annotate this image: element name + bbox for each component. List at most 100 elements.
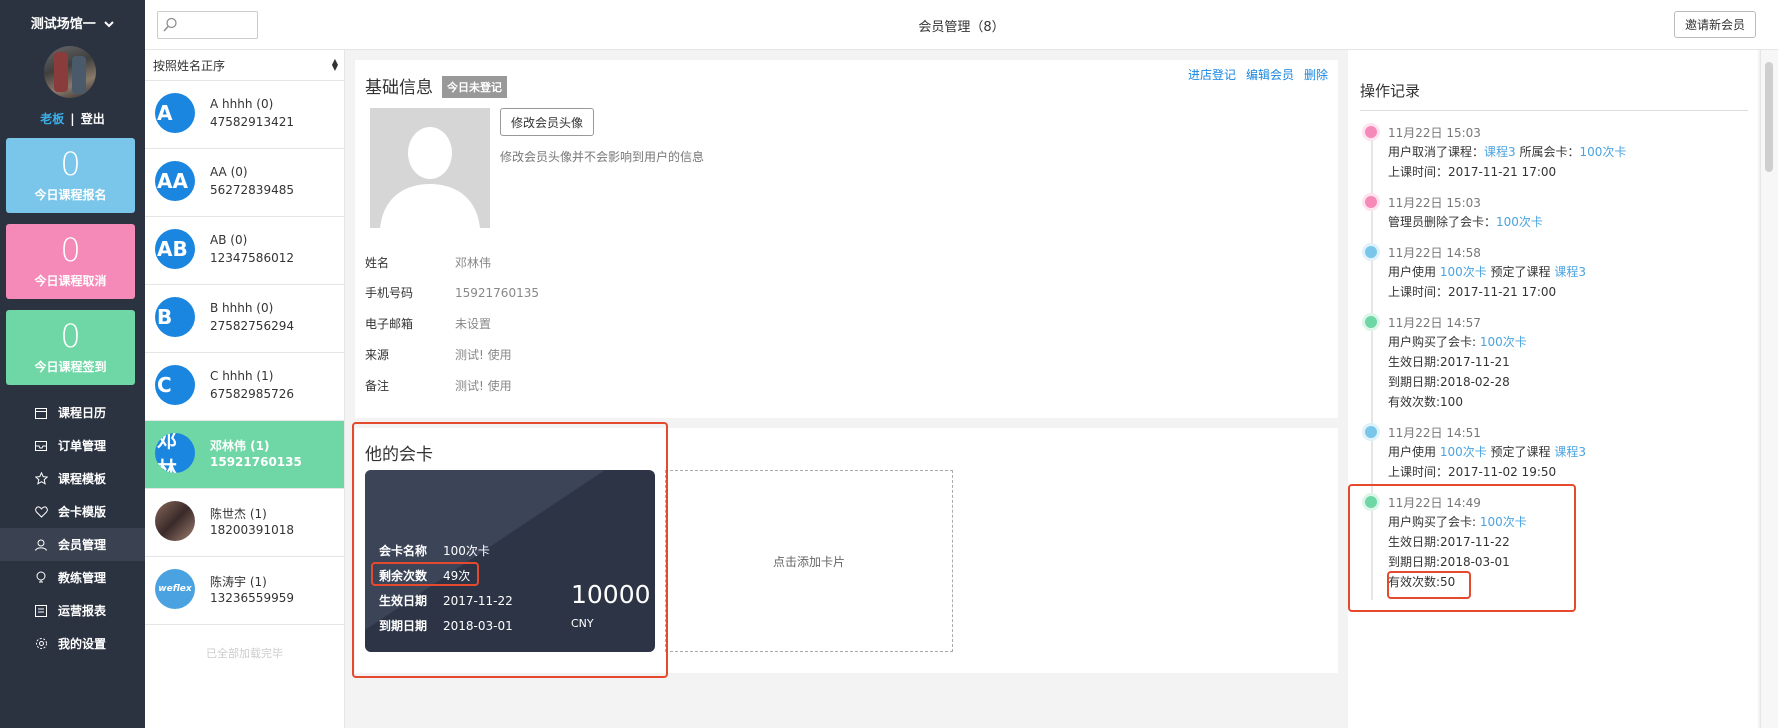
stat-today-cancel[interactable]: 0 今日课程取消 [6,224,135,299]
timeline-text: 管理员删除了会卡：100次卡 [1388,213,1543,230]
nav-card-template[interactable]: 会卡模版 [0,495,145,528]
nav-orders[interactable]: 订单管理 [0,429,145,462]
heart-icon [34,505,48,519]
list-item[interactable]: C C hhhh (1) 67582985726 [145,353,344,421]
timeline-dot [1365,316,1377,328]
field-note: 备注 测试! 使用 [365,377,512,394]
user-role[interactable]: 老板 [40,112,64,126]
user-icon [34,538,48,552]
timeline-dot [1365,246,1377,258]
sidebar: 测试场馆一 老板 | 登出 0 今日课程报名 0 今日课程取消 0 今日课程签到 课… [0,0,145,728]
timeline-text: 到期日期:2018-02-28 [1388,375,1510,389]
list-item[interactable]: AA AA (0) 56272839485 [145,149,344,217]
card-end-row: 到期日期 2018-03-01 [379,617,513,634]
field-value: 15921760135 [455,286,539,300]
nav-my-settings[interactable]: 我的设置 [0,627,145,660]
member-phone: 56272839485 [210,183,294,197]
timeline-text: 用户使用 100次卡 预定了课程 课程3 [1388,443,1586,460]
edit-member-link[interactable]: 编辑会员 [1246,68,1294,82]
card-field-value: 2017-11-22 [443,594,513,608]
card-field-label: 会卡名称 [379,544,428,558]
checkin-link[interactable]: 进店登记 [1188,68,1236,82]
add-card-button[interactable]: 点击添加卡片 [665,470,953,652]
scroll-thumb[interactable] [1765,62,1773,172]
sort-select[interactable]: 按照姓名正序 ▲ ▼ [145,50,344,81]
nav-operation-report[interactable]: 运营报表 [0,594,145,627]
text-part: 用户使用 [1388,445,1440,459]
list-item[interactable]: 陈世杰 (1) 18200391018 [145,489,344,557]
text-part: 用户购买了会卡: [1388,515,1480,529]
avatar: AA [155,161,195,201]
nav-course-calendar[interactable]: 课程日历 [0,396,145,429]
card-link[interactable]: 100次卡 [1579,145,1626,159]
card-link[interactable]: 100次卡 [1440,265,1487,279]
card-link[interactable]: 100次卡 [1496,215,1543,229]
member-name: A hhhh (0) [210,97,274,111]
card-field-label: 剩余次数 [379,569,428,583]
course-link[interactable]: 课程3 [1554,265,1586,279]
membership-card[interactable]: 会卡名称 100次卡 剩余次数 49次 生效日期 2017-11-22 到期日期 201… [365,470,655,652]
field-value: 测试! 使用 [455,348,512,362]
nav-label: 教练管理 [58,571,107,585]
member-name: 陈涛宇 (1) [210,575,267,589]
venue-selector[interactable]: 测试场馆一 [0,13,145,32]
timeline-time: 11月22日 14:49 [1388,496,1481,510]
list-item[interactable]: B B hhhh (0) 27582756294 [145,285,344,353]
timeline-time: 11月22日 15:03 [1388,196,1481,210]
card-field-value: 100次卡 [443,544,490,558]
operation-log: 操作记录 11月22日 15:03 用户取消了课程：课程3 所属会卡：100次卡… [1348,50,1758,728]
member-name: AB (0) [210,233,248,247]
course-link[interactable]: 课程3 [1554,445,1586,459]
section-title: 基础信息 [365,78,433,98]
card-link[interactable]: 100次卡 [1480,515,1527,529]
member-photo [370,108,490,228]
timeline-dot [1365,196,1377,208]
member-phone: 13236559959 [210,591,294,605]
text-part: 预定了课程 [1486,445,1555,459]
member-name: AA (0) [210,165,248,179]
card-currency: CNY [571,617,594,630]
list-item[interactable]: AB AB (0) 12347586012 [145,217,344,285]
edit-avatar-button[interactable]: 修改会员头像 [500,108,595,136]
card-start-row: 生效日期 2017-11-22 [379,592,513,609]
member-name: B hhhh (0) [210,301,274,315]
nav-course-template[interactable]: 课程模板 [0,462,145,495]
list-item[interactable]: A A hhhh (0) 47582913421 [145,81,344,149]
card-link[interactable]: 100次卡 [1480,335,1527,349]
avatar: C [155,365,195,405]
avatar: AB [155,229,195,269]
stat-today-checkin[interactable]: 0 今日课程签到 [6,310,135,385]
stat-label: 今日课程取消 [34,274,107,288]
member-phone: 27582756294 [210,319,294,333]
list-item-selected[interactable]: 邓林 邓林伟 (1) 15921760135 [145,421,344,489]
page-title: 会员管理（8） [918,20,1005,35]
nav-coach-management[interactable]: 教练管理 [0,561,145,594]
vertical-scrollbar[interactable] [1760,50,1778,728]
avatar[interactable] [44,46,96,98]
card-name-row: 会卡名称 100次卡 [379,542,490,559]
logout-link[interactable]: 登出 [81,112,105,126]
avatar-hint: 修改会员头像并不会影响到用户的信息 [500,150,705,164]
venue-name: 测试场馆一 [30,17,96,32]
card-remain-row: 剩余次数 49次 [379,567,470,584]
member-actions: 进店登记 编辑会员 删除 [1178,66,1328,83]
user-separator: | [70,112,75,126]
field-label: 备注 [365,379,390,393]
timeline-text: 用户使用 100次卡 预定了课程 课程3 [1388,263,1586,280]
stat-today-signup[interactable]: 0 今日课程报名 [6,138,135,213]
calendar-icon [34,406,48,420]
report-icon [34,604,48,618]
member-phone: 12347586012 [210,251,294,265]
basic-info-panel: 基础信息 今日未登记 进店登记 编辑会员 删除 修改会员头像 修改会员头像并不会影响… [355,60,1338,418]
timeline-dot [1365,496,1377,508]
invite-member-button[interactable]: 邀请新会员 [1673,11,1756,38]
timeline-time: 11月22日 15:03 [1388,126,1481,140]
nav-member-management[interactable]: 会员管理 [0,528,145,561]
course-link[interactable]: 课程3 [1484,145,1516,159]
list-item[interactable]: weflex 陈涛宇 (1) 13236559959 [145,557,344,625]
field-label: 姓名 [365,256,390,270]
delete-link[interactable]: 删除 [1304,68,1328,82]
card-link[interactable]: 100次卡 [1440,445,1487,459]
stat-value: 0 [60,231,81,269]
stat-label: 今日课程签到 [34,360,107,374]
